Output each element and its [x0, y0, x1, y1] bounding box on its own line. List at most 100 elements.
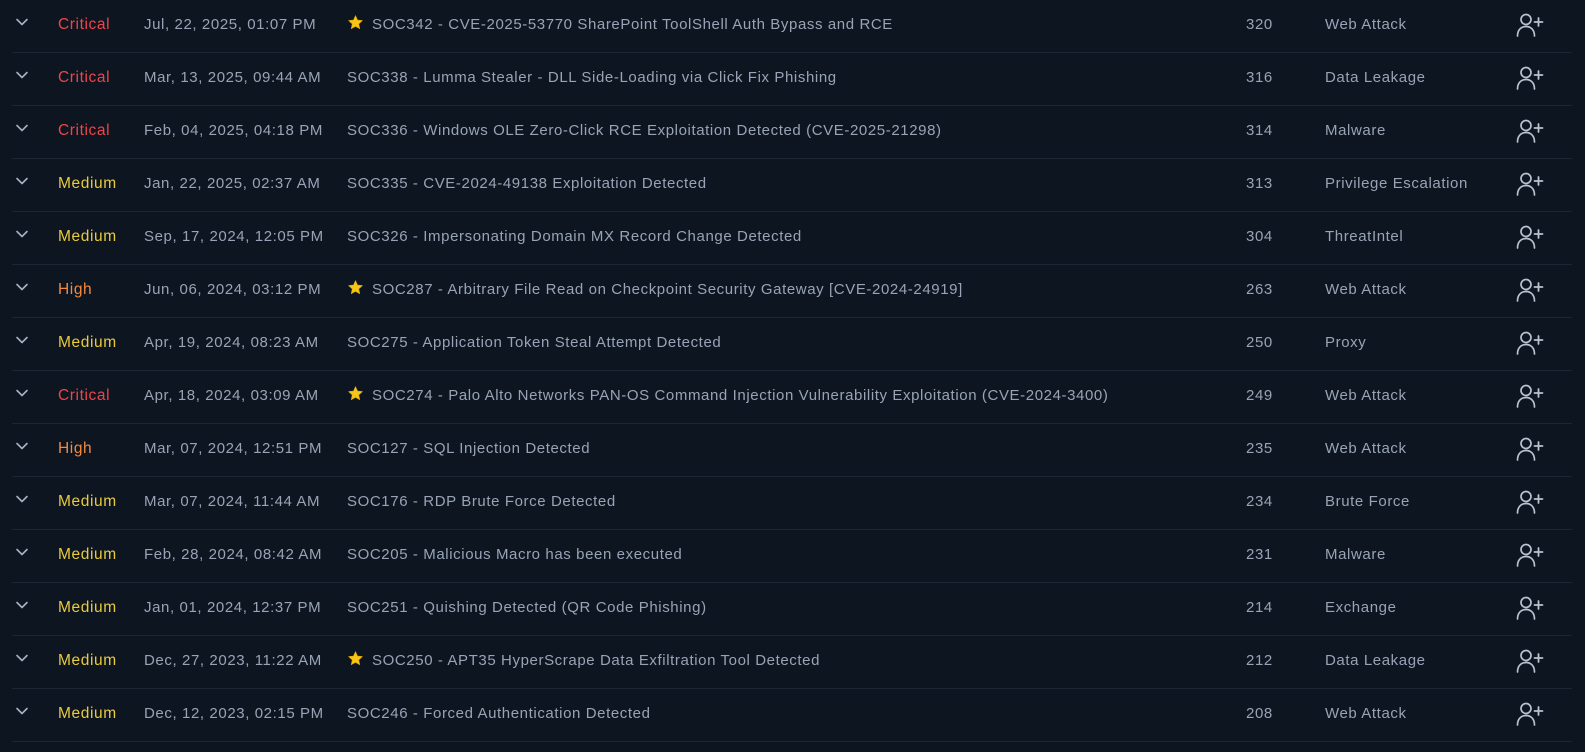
alert-row[interactable]: Medium Mar, 07, 2024, 11:44 AM SOC176 - …	[12, 477, 1572, 530]
alert-row[interactable]: Medium Sep, 17, 2024, 12:05 PM SOC326 - …	[12, 212, 1572, 265]
user-plus-icon[interactable]	[1516, 489, 1544, 515]
event-id: 313	[1246, 175, 1273, 192]
rule-name[interactable]: SOC127 - SQL Injection Detected	[347, 424, 590, 474]
event-id: 235	[1246, 440, 1273, 457]
user-plus-icon[interactable]	[1516, 171, 1544, 197]
alert-row[interactable]: Medium Jan, 22, 2025, 02:37 AM SOC335 - …	[12, 159, 1572, 212]
chevron-down-icon[interactable]	[15, 439, 29, 453]
rule-text: SOC250 - APT35 HyperScrape Data Exfiltra…	[372, 652, 821, 669]
chevron-down-icon[interactable]	[15, 68, 29, 82]
rule-text: SOC287 - Arbitrary File Read on Checkpoi…	[372, 281, 963, 298]
chevron-down-icon[interactable]	[15, 545, 29, 559]
severity-label: Critical	[58, 122, 111, 139]
user-plus-icon[interactable]	[1516, 224, 1544, 250]
rule-text: SOC274 - Palo Alto Networks PAN-OS Comma…	[372, 387, 1109, 404]
alert-row[interactable]: Medium Feb, 28, 2024, 08:42 AM SOC205 - …	[12, 530, 1572, 583]
rule-name[interactable]: SOC326 - Impersonating Domain MX Record …	[347, 212, 802, 262]
rule-name[interactable]: SOC246 - Forced Authentication Detected	[347, 689, 651, 739]
rule-name[interactable]: SOC336 - Windows OLE Zero-Click RCE Expl…	[347, 106, 942, 156]
chevron-down-icon[interactable]	[15, 598, 29, 612]
user-plus-icon[interactable]	[1516, 595, 1544, 621]
user-plus-icon[interactable]	[1516, 542, 1544, 568]
alert-row[interactable]: Medium Apr, 19, 2024, 08:23 AM SOC275 - …	[12, 318, 1572, 371]
rule-name[interactable]: SOC176 - RDP Brute Force Detected	[347, 477, 616, 527]
alert-row[interactable]: Medium Dec, 27, 2023, 11:22 AM SOC250 - …	[12, 636, 1572, 689]
alert-row[interactable]: Critical Apr, 18, 2024, 03:09 AM SOC274 …	[12, 371, 1572, 424]
rule-name[interactable]: SOC275 - Application Token Steal Attempt…	[347, 318, 721, 368]
user-plus-icon[interactable]	[1516, 12, 1544, 38]
severity-label: Medium	[58, 599, 117, 616]
alert-row[interactable]: Critical Jul, 22, 2025, 01:07 PM SOC342 …	[12, 0, 1572, 53]
user-plus-icon[interactable]	[1516, 701, 1544, 727]
rule-name[interactable]: SOC342 - CVE-2025-53770 SharePoint ToolS…	[347, 0, 893, 50]
event-id: 263	[1246, 281, 1273, 298]
alert-type: Brute Force	[1325, 493, 1410, 510]
event-id: 320	[1246, 16, 1273, 33]
alert-date: Dec, 27, 2023, 11:22 AM	[144, 652, 322, 669]
star-icon	[347, 267, 364, 295]
alert-date: Mar, 07, 2024, 12:51 PM	[144, 440, 323, 457]
severity-label: Medium	[58, 228, 117, 245]
chevron-down-icon[interactable]	[15, 704, 29, 718]
user-plus-icon[interactable]	[1516, 330, 1544, 356]
star-icon	[347, 638, 364, 666]
user-plus-icon[interactable]	[1516, 277, 1544, 303]
severity-label: Medium	[58, 493, 117, 510]
chevron-down-icon[interactable]	[15, 386, 29, 400]
event-id: 231	[1246, 546, 1273, 563]
severity-label: Medium	[58, 175, 117, 192]
alert-type: Web Attack	[1325, 16, 1407, 33]
user-plus-icon[interactable]	[1516, 383, 1544, 409]
event-id: 316	[1246, 69, 1273, 86]
chevron-down-icon[interactable]	[15, 492, 29, 506]
alert-type: Exchange	[1325, 599, 1397, 616]
user-plus-icon[interactable]	[1516, 436, 1544, 462]
event-id: 304	[1246, 228, 1273, 245]
chevron-down-icon[interactable]	[15, 174, 29, 188]
user-plus-icon[interactable]	[1516, 65, 1544, 91]
rule-text: SOC342 - CVE-2025-53770 SharePoint ToolS…	[372, 16, 893, 33]
chevron-down-icon[interactable]	[15, 227, 29, 241]
user-plus-icon[interactable]	[1516, 648, 1544, 674]
event-id: 249	[1246, 387, 1273, 404]
star-icon	[347, 373, 364, 401]
alert-row[interactable]: Critical Feb, 04, 2025, 04:18 PM SOC336 …	[12, 106, 1572, 159]
star-icon	[347, 2, 364, 30]
severity-label: Critical	[58, 16, 111, 33]
alert-date: Jan, 22, 2025, 02:37 AM	[144, 175, 321, 192]
severity-label: Critical	[58, 69, 111, 86]
alert-type: Data Leakage	[1325, 69, 1426, 86]
alert-row[interactable]: Medium Jan, 01, 2024, 12:37 PM SOC251 - …	[12, 583, 1572, 636]
rule-text: SOC326 - Impersonating Domain MX Record …	[347, 228, 802, 245]
alert-row[interactable]: High Jun, 06, 2024, 03:12 PM SOC287 - Ar…	[12, 265, 1572, 318]
alert-date: Mar, 13, 2025, 09:44 AM	[144, 69, 322, 86]
alert-type: Privilege Escalation	[1325, 175, 1468, 192]
event-id: 214	[1246, 599, 1273, 616]
user-plus-icon[interactable]	[1516, 118, 1544, 144]
rule-name[interactable]: SOC274 - Palo Alto Networks PAN-OS Comma…	[347, 371, 1108, 421]
rule-text: SOC205 - Malicious Macro has been execut…	[347, 546, 683, 563]
rule-name[interactable]: SOC205 - Malicious Macro has been execut…	[347, 530, 682, 580]
rule-name[interactable]: SOC250 - APT35 HyperScrape Data Exfiltra…	[347, 636, 820, 686]
chevron-down-icon[interactable]	[15, 280, 29, 294]
rule-name[interactable]: SOC335 - CVE-2024-49138 Exploitation Det…	[347, 159, 707, 209]
alert-row[interactable]: Medium Dec, 12, 2023, 02:15 PM SOC246 - …	[12, 689, 1572, 742]
chevron-down-icon[interactable]	[15, 333, 29, 347]
alert-type: Malware	[1325, 546, 1386, 563]
rule-text: SOC251 - Quishing Detected (QR Code Phis…	[347, 599, 707, 616]
alert-type: Proxy	[1325, 334, 1367, 351]
chevron-down-icon[interactable]	[15, 121, 29, 135]
alert-row[interactable]: High Mar, 07, 2024, 12:51 PM SOC127 - SQ…	[12, 424, 1572, 477]
event-id: 314	[1246, 122, 1273, 139]
rule-text: SOC127 - SQL Injection Detected	[347, 440, 591, 457]
severity-label: Medium	[58, 546, 117, 563]
rule-name[interactable]: SOC287 - Arbitrary File Read on Checkpoi…	[347, 265, 963, 315]
chevron-down-icon[interactable]	[15, 15, 29, 29]
severity-label: Medium	[58, 705, 117, 722]
rule-name[interactable]: SOC338 - Lumma Stealer - DLL Side-Loadin…	[347, 53, 837, 103]
alert-row[interactable]: Critical Mar, 13, 2025, 09:44 AM SOC338 …	[12, 53, 1572, 106]
chevron-down-icon[interactable]	[15, 651, 29, 665]
alert-type: Web Attack	[1325, 705, 1407, 722]
rule-name[interactable]: SOC251 - Quishing Detected (QR Code Phis…	[347, 583, 707, 633]
rule-text: SOC335 - CVE-2024-49138 Exploitation Det…	[347, 175, 707, 192]
